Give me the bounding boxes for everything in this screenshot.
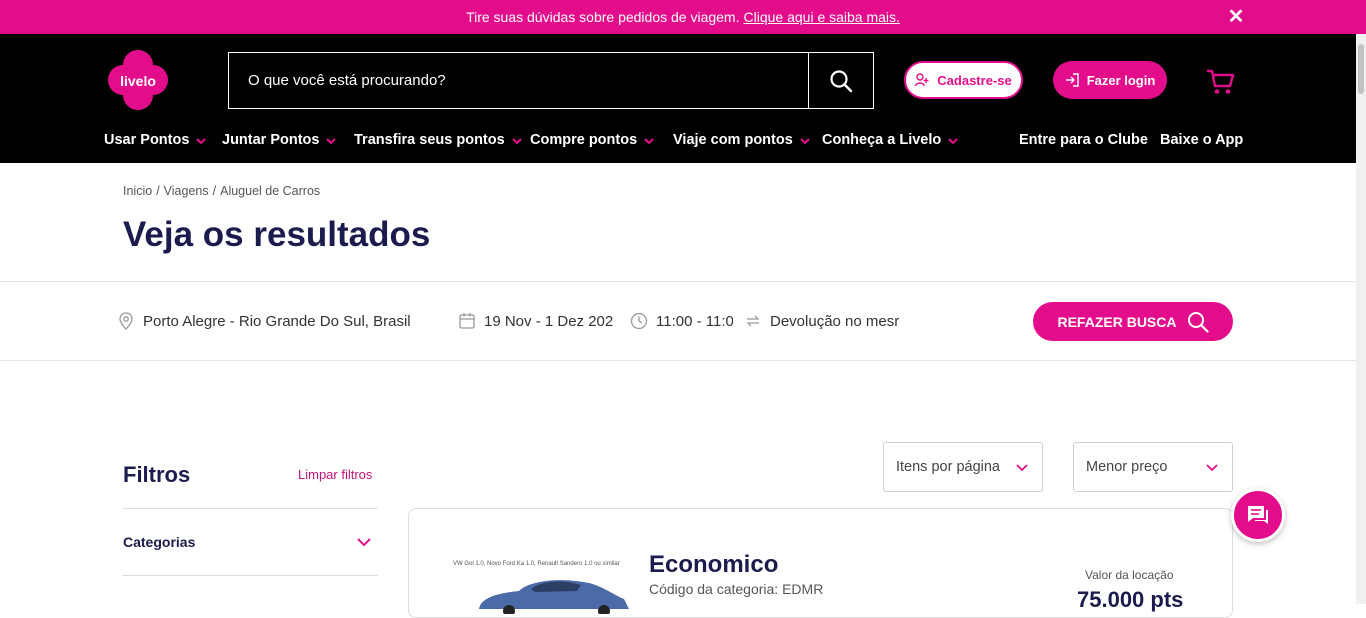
price-value: 75.000 pts xyxy=(1077,587,1184,612)
chevron-down-icon xyxy=(196,138,207,145)
announcement-link[interactable]: Clique aqui e saiba mais. xyxy=(744,9,900,25)
divider xyxy=(123,508,378,509)
breadcrumb-item[interactable]: Inicio xyxy=(123,184,152,198)
search-button[interactable] xyxy=(808,53,873,108)
swap-icon xyxy=(746,315,760,327)
nav-item-label: Baixe o App xyxy=(1160,132,1244,148)
announcement-bar: Tire suas dúvidas sobre pedidos de viage… xyxy=(0,0,1366,34)
chevron-down-icon xyxy=(800,138,810,145)
sort-order-label: Menor preço xyxy=(1086,459,1168,475)
search-input[interactable] xyxy=(229,53,808,108)
chat-icon xyxy=(1248,506,1268,524)
page-title: Veja os resultados xyxy=(123,215,431,254)
sort-order-select[interactable]: Menor preço xyxy=(1073,442,1233,492)
logo-text: livelo xyxy=(120,73,156,89)
divider xyxy=(123,575,378,576)
chevron-down-icon xyxy=(644,138,654,145)
clock-icon xyxy=(630,312,648,330)
filters-title: Filtros xyxy=(123,462,191,487)
nav-item-app[interactable]: Baixe o App xyxy=(1160,132,1243,148)
times-value: 11:00 - 11:0 xyxy=(656,312,733,330)
car-category-name[interactable]: Economico xyxy=(649,551,778,579)
announcement-text: Tire suas dúvidas sobre pedidos de viage… xyxy=(466,9,740,25)
signup-button[interactable]: Cadastre-se xyxy=(904,61,1023,99)
site-header: livelo Cadastre-se Fazer login xyxy=(0,34,1356,163)
login-button[interactable]: Fazer login xyxy=(1053,61,1167,99)
nav-item-viaje[interactable]: Viaje com pontos xyxy=(673,132,811,148)
nav-item-juntar-pontos[interactable]: Juntar Pontos xyxy=(222,132,337,148)
nav-item-label: Viaje com pontos xyxy=(673,132,793,148)
items-per-page-label: Itens por página xyxy=(896,459,1000,475)
nav-item-transfira[interactable]: Transfira seus pontos xyxy=(354,132,523,148)
breadcrumb-item: Aluguel de Carros xyxy=(220,184,321,198)
chevron-down-icon[interactable] xyxy=(355,533,373,551)
nav-item-clube[interactable]: Entre para o Clube xyxy=(1019,132,1148,148)
location-field[interactable]: Porto Alegre - Rio Grande Do Sul, Brasil xyxy=(117,312,415,330)
login-icon xyxy=(1065,73,1079,87)
nav-item-label: Conheça a Livelo xyxy=(822,132,942,148)
location-value: Porto Alegre - Rio Grande Do Sul, Brasil xyxy=(143,312,411,330)
nav-item-label: Compre pontos xyxy=(530,132,638,148)
nav-item-label: Usar Pontos xyxy=(104,132,190,148)
search-icon xyxy=(830,69,853,92)
times-field[interactable]: 11:00 - 11:0 xyxy=(630,312,733,330)
nav-item-compre-pontos[interactable]: Compre pontos xyxy=(530,132,655,148)
dates-field[interactable]: 19 Nov - 1 Dez 202 xyxy=(458,312,618,330)
chevron-down-icon xyxy=(326,138,337,145)
price-label: Valor da locação xyxy=(1085,568,1174,582)
nav-item-label: Transfira seus pontos xyxy=(354,132,505,148)
items-per-page-select[interactable]: Itens por página xyxy=(883,442,1043,492)
scrollbar-thumb[interactable] xyxy=(1358,44,1364,94)
search-summary-bar: Porto Alegre - Rio Grande Do Sul, Brasil… xyxy=(0,281,1356,361)
chevron-down-icon xyxy=(1206,464,1218,472)
add-user-icon xyxy=(915,73,929,87)
refazer-busca-label: REFAZER BUSCA xyxy=(1057,313,1177,330)
page-scrollbar[interactable] xyxy=(1356,34,1366,604)
livelo-logo[interactable]: livelo xyxy=(107,49,169,111)
refazer-busca-button[interactable]: REFAZER BUSCA xyxy=(1033,302,1233,341)
signup-label: Cadastre-se xyxy=(937,72,1012,88)
chevron-down-icon xyxy=(948,138,958,145)
chat-button[interactable] xyxy=(1231,488,1285,542)
nav-item-usar-pontos[interactable]: Usar Pontos xyxy=(104,132,207,148)
search-bar xyxy=(228,52,874,109)
close-icon[interactable]: ✕ xyxy=(1226,7,1246,27)
login-label: Fazer login xyxy=(1086,72,1156,88)
return-value: Devolução no mesr xyxy=(770,312,900,330)
car-image xyxy=(479,580,629,614)
breadcrumb-item[interactable]: Viagens xyxy=(164,184,209,198)
main-nav: Usar Pontos Juntar Pontos Transfira seus… xyxy=(0,132,1356,154)
search-icon xyxy=(1187,311,1209,333)
dates-value: 19 Nov - 1 Dez 202 xyxy=(484,312,614,330)
filter-section-categorias[interactable]: Categorias xyxy=(123,534,195,550)
car-category-code: Código da categoria: EDMR xyxy=(649,581,824,597)
breadcrumb: Inicio / Viagens / Aluguel de Carros xyxy=(123,184,321,198)
result-card[interactable]: VW Gol 1.0, Novo Ford Ka 1.0, Renault Sa… xyxy=(408,508,1233,618)
calendar-icon xyxy=(459,313,475,329)
location-pin-icon xyxy=(119,312,133,330)
nav-item-label: Entre para o Clube xyxy=(1019,132,1148,148)
nav-item-conheca[interactable]: Conheça a Livelo xyxy=(822,132,959,148)
nav-item-label: Juntar Pontos xyxy=(222,132,320,148)
cart-icon[interactable] xyxy=(1206,68,1236,96)
return-field[interactable]: Devolução no mesr xyxy=(744,312,904,330)
chevron-down-icon xyxy=(511,138,522,145)
chevron-down-icon xyxy=(1016,464,1028,472)
clear-filters-link[interactable]: Limpar filtros xyxy=(298,467,372,482)
